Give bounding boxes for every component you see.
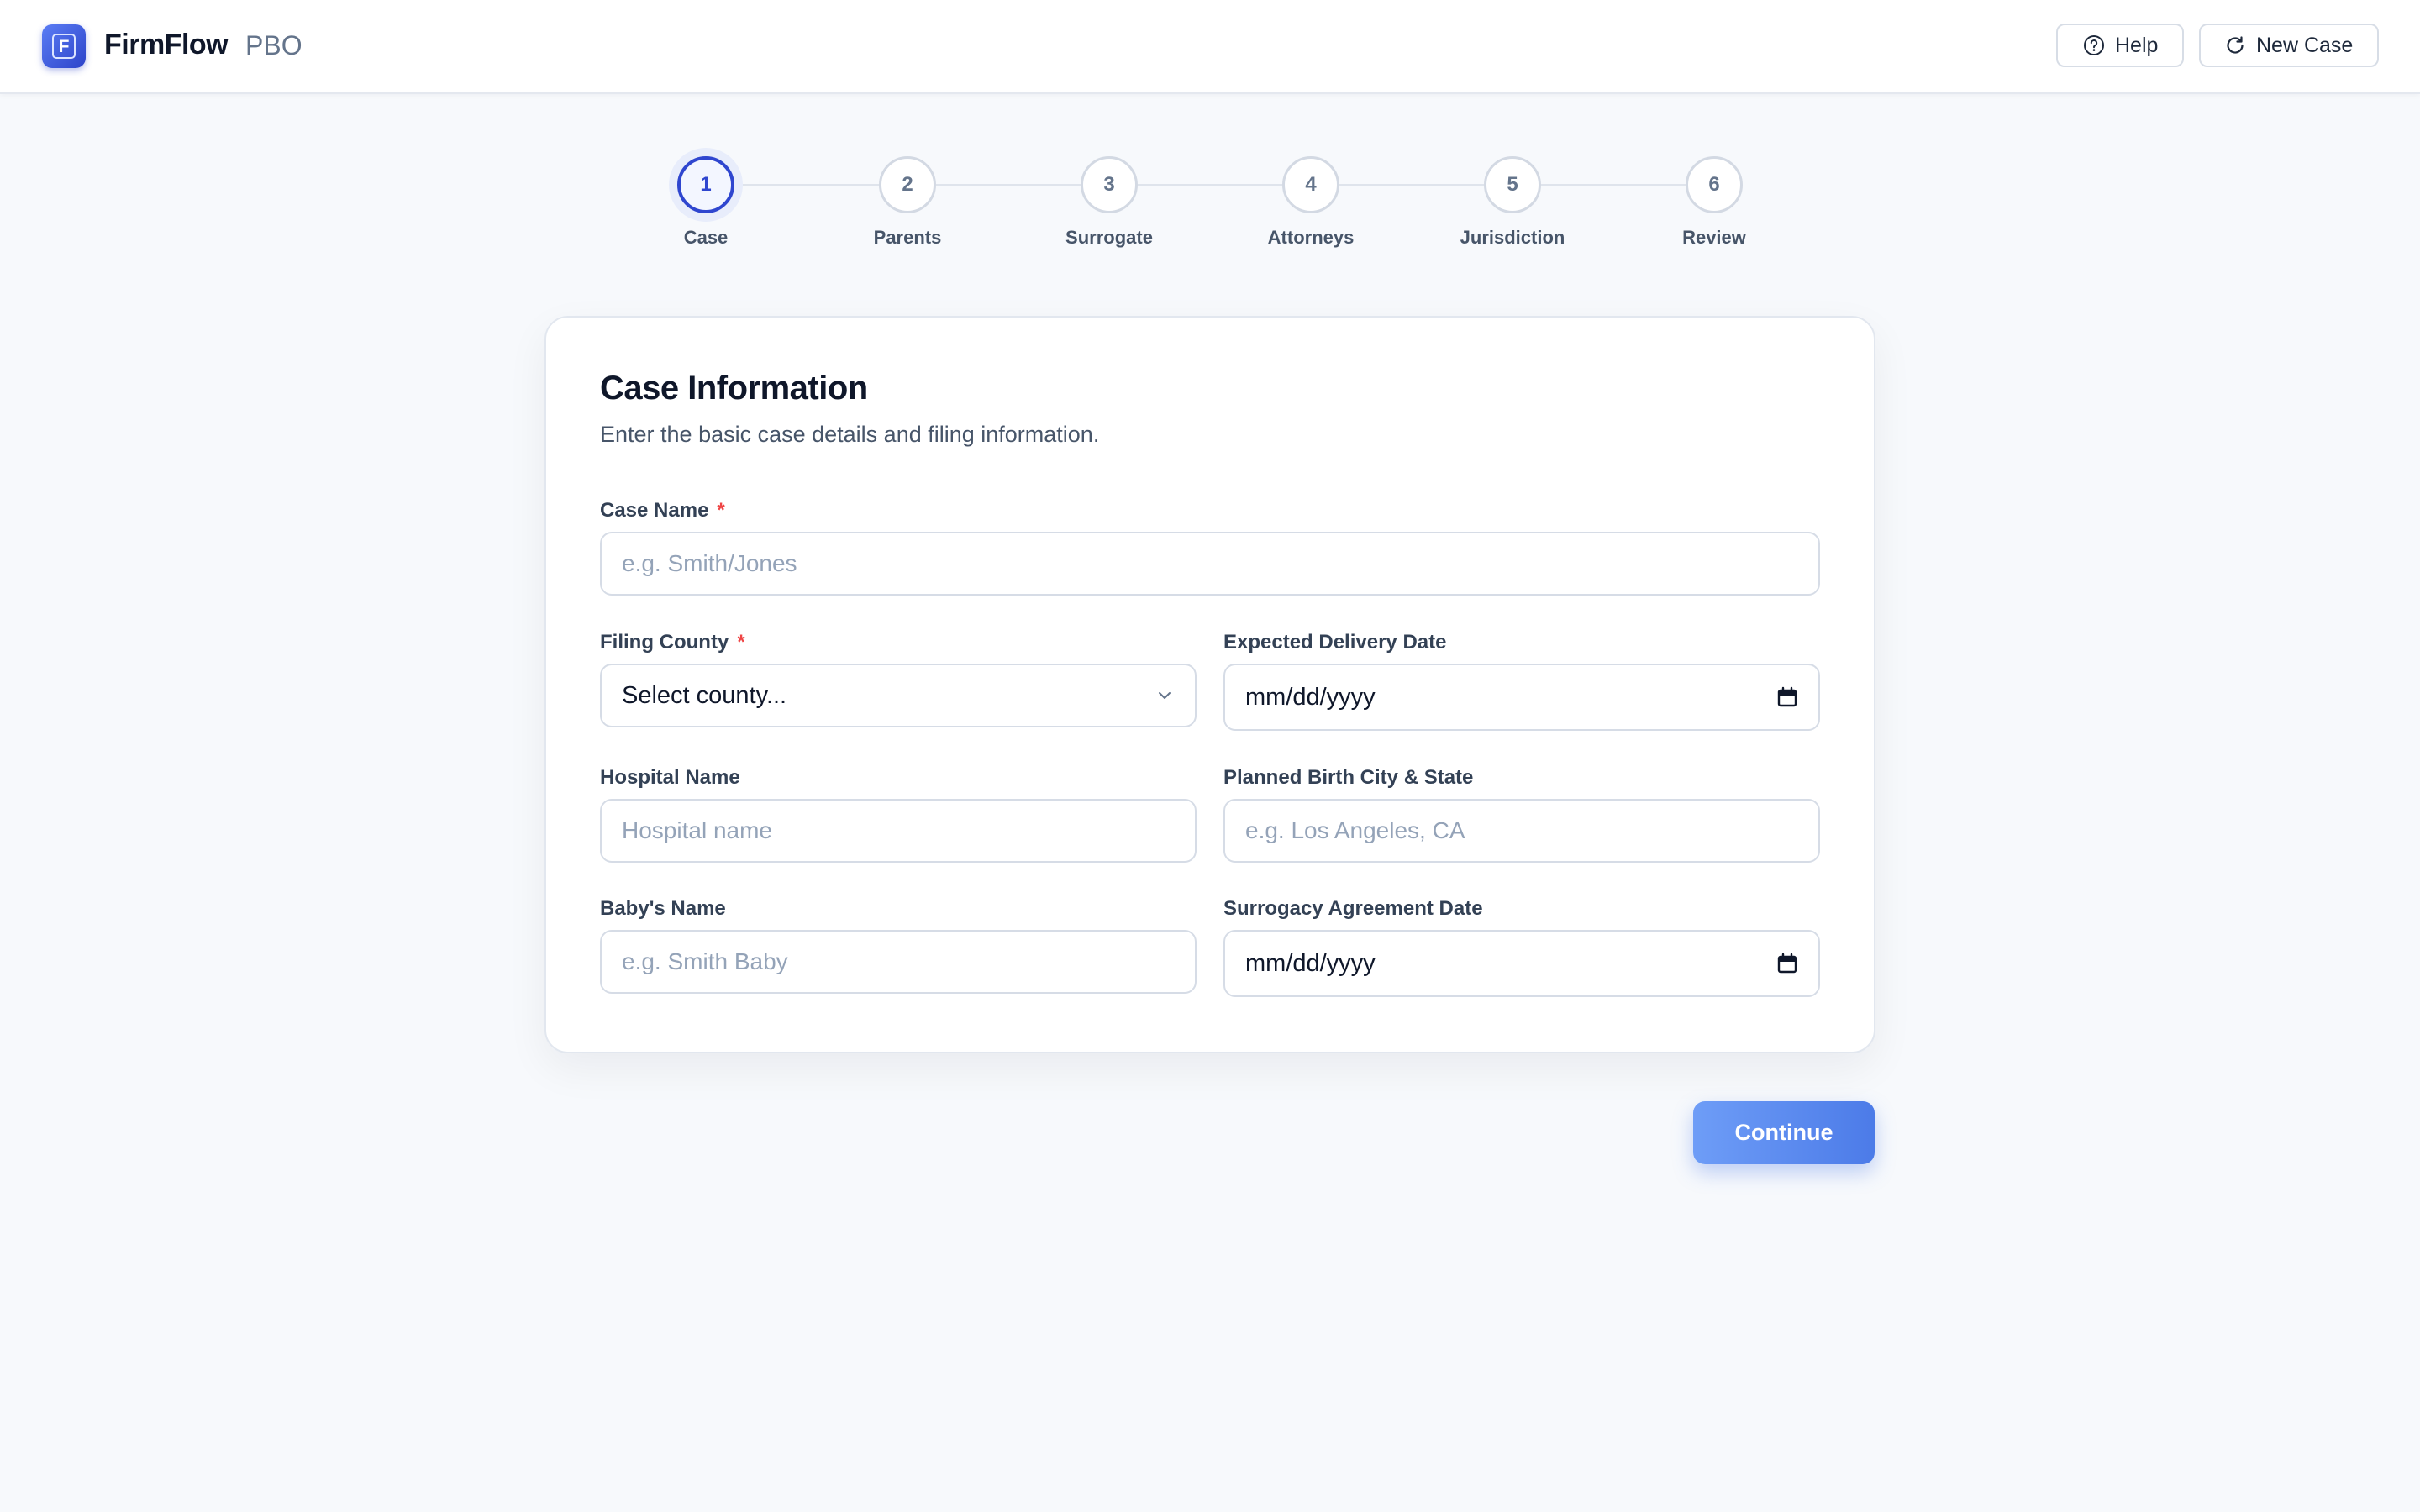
form-subtitle: Enter the basic case details and filing … (600, 422, 1100, 447)
calendar-icon[interactable] (1776, 686, 1798, 708)
chevron-down-icon (1159, 692, 1171, 699)
case-name-label: Case Name * (600, 499, 725, 522)
step-4-label: Attorneys (1267, 227, 1355, 248)
step-5-circle[interactable]: 5 (1484, 156, 1541, 213)
filing-county-select[interactable]: Select county... (600, 664, 1197, 727)
required-marker: * (737, 631, 745, 654)
step-1-circle[interactable]: 1 (677, 156, 734, 213)
filing-county-label-text: Filing County (600, 631, 729, 654)
surrogacy-agreement-date-label: Surrogacy Agreement Date (1223, 897, 1483, 920)
step-connector (936, 184, 1081, 186)
calendar-icon[interactable] (1776, 953, 1798, 974)
help-circle-icon (2084, 35, 2104, 55)
step-connector (1541, 184, 1686, 186)
help-button-label: Help (2115, 33, 2159, 57)
surrogacy-agreement-date-value: mm/dd/yyyy (1245, 949, 1376, 977)
step-6-circle[interactable]: 6 (1686, 156, 1743, 213)
babys-name-label: Baby's Name (600, 897, 726, 920)
new-case-button[interactable]: New Case (2199, 24, 2379, 67)
hospital-name-input[interactable] (600, 799, 1197, 863)
babys-name-input[interactable] (600, 930, 1197, 994)
svg-text:F: F (59, 37, 70, 56)
step-2-label: Parents (873, 227, 942, 248)
case-name-input[interactable] (600, 532, 1820, 596)
step-3-circle[interactable]: 3 (1081, 156, 1138, 213)
logo-icon: F (52, 34, 76, 59)
step-connector (734, 184, 879, 186)
step-5-label: Jurisdiction (1460, 227, 1565, 248)
app-logo[interactable]: F (42, 24, 86, 68)
step-1-label: Case (683, 227, 729, 248)
step-3-label: Surrogate (1065, 227, 1153, 248)
expected-delivery-date-value: mm/dd/yyyy (1245, 683, 1376, 711)
step-4-circle[interactable]: 4 (1282, 156, 1339, 213)
step-6-label: Review (1682, 227, 1746, 248)
filing-county-value: Select county... (622, 681, 787, 709)
filing-county-label: Filing County * (600, 631, 745, 654)
planned-birth-city-state-label: Planned Birth City & State (1223, 766, 1474, 789)
planned-birth-city-state-input[interactable] (1223, 799, 1820, 863)
case-name-label-text: Case Name (600, 499, 709, 522)
step-2-circle[interactable]: 2 (879, 156, 936, 213)
surrogacy-agreement-date-input[interactable]: mm/dd/yyyy (1223, 930, 1820, 997)
expected-delivery-date-label: Expected Delivery Date (1223, 631, 1447, 654)
app-header: F FirmFlow PBO Help New Case (0, 0, 2420, 94)
new-case-button-label: New Case (2256, 33, 2354, 57)
hospital-name-label: Hospital Name (600, 766, 740, 789)
brand-product: PBO (245, 30, 302, 60)
step-connector (1138, 184, 1282, 186)
required-marker: * (717, 499, 725, 522)
continue-button[interactable]: Continue (1693, 1101, 1875, 1164)
refresh-icon (2227, 36, 2244, 54)
brand-name: FirmFlow (104, 29, 229, 60)
step-connector (1339, 184, 1484, 186)
help-button[interactable]: Help (2056, 24, 2184, 67)
expected-delivery-date-input[interactable]: mm/dd/yyyy (1223, 664, 1820, 731)
form-title: Case Information (600, 370, 868, 407)
